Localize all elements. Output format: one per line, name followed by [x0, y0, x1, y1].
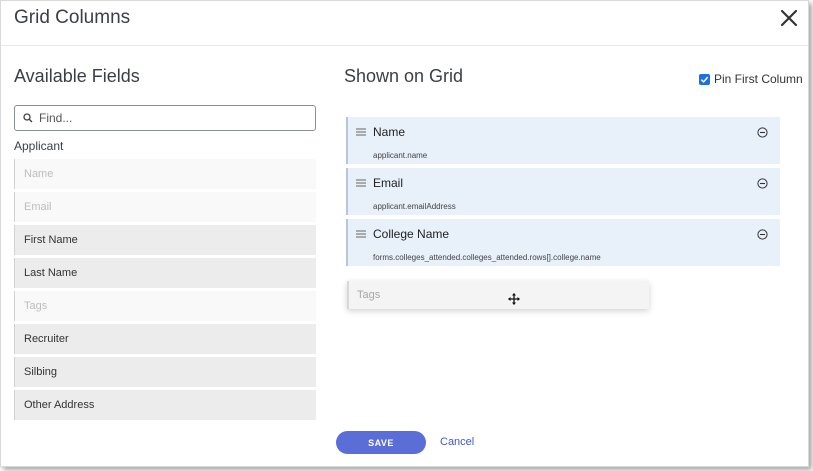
shown-on-grid-title: Shown on Grid [344, 66, 464, 86]
shown-column-path: applicant.emailAddress [373, 202, 456, 211]
remove-circle-icon[interactable] [757, 178, 768, 189]
search-icon [23, 113, 33, 123]
move-cursor-icon [508, 293, 520, 305]
search-input[interactable] [39, 111, 299, 125]
shown-column-name: Email [373, 176, 404, 190]
shown-column-path: forms.colleges_attended.colleges_attende… [373, 253, 601, 262]
grid-columns-dialog: Grid Columns Available Fields Shown on G… [0, 0, 809, 467]
shown-column-item[interactable]: Email applicant.emailAddress [346, 168, 780, 215]
field-group-label: Applicant [14, 139, 64, 153]
pin-first-column-checkbox[interactable]: Pin First Column [699, 72, 803, 86]
shown-column-item[interactable]: Name applicant.name [346, 117, 780, 164]
available-fields-list: Name Email First Name Last Name Tags Rec… [14, 159, 316, 423]
pin-first-column-label: Pin First Column [714, 72, 803, 86]
dialog-title: Grid Columns [14, 7, 131, 28]
dialog-header: Grid Columns [1, 1, 808, 46]
search-field[interactable] [14, 105, 316, 131]
available-field-first-name[interactable]: First Name [14, 225, 316, 255]
available-field-other-address[interactable]: Other Address [14, 390, 316, 420]
drag-handle-icon[interactable] [356, 230, 366, 238]
remove-circle-icon[interactable] [757, 229, 768, 240]
available-field-tags: Tags [14, 291, 316, 321]
cancel-link[interactable]: Cancel [440, 436, 474, 448]
dragging-field-ghost[interactable]: Tags [347, 281, 649, 309]
available-field-last-name[interactable]: Last Name [14, 258, 316, 288]
available-field-recruiter[interactable]: Recruiter [14, 324, 316, 354]
shown-columns-list: Name applicant.name Email applicant.emai… [346, 117, 780, 270]
available-fields-title: Available Fields [14, 66, 140, 86]
shown-column-item[interactable]: College Name forms.colleges_attended.col… [346, 219, 780, 266]
shown-column-path: applicant.name [373, 151, 428, 160]
drag-handle-icon[interactable] [356, 179, 366, 187]
checkbox-checked-icon[interactable] [699, 73, 710, 85]
close-icon[interactable] [779, 8, 799, 28]
drag-handle-icon[interactable] [356, 128, 366, 136]
available-field-silbing[interactable]: Silbing [14, 357, 316, 387]
available-field-email: Email [14, 192, 316, 222]
available-field-name: Name [14, 159, 316, 189]
save-button[interactable]: SAVE [336, 431, 426, 454]
shown-column-name: Name [373, 125, 406, 139]
remove-circle-icon[interactable] [757, 127, 768, 138]
shown-column-name: College Name [373, 227, 450, 241]
